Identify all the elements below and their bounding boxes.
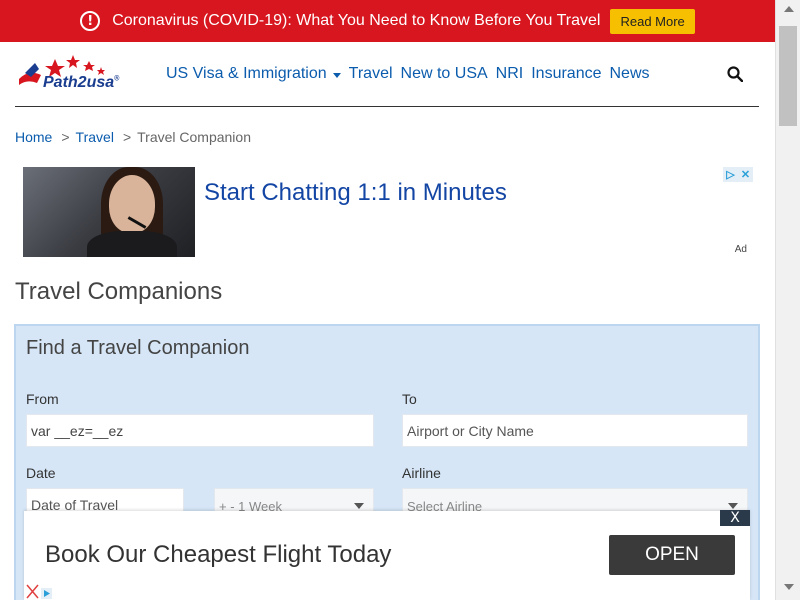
caret-down-icon: [332, 72, 341, 78]
scroll-up-icon[interactable]: [784, 6, 794, 12]
breadcrumb-home[interactable]: Home: [15, 129, 52, 145]
date-label: Date: [26, 465, 56, 481]
breadcrumb-separator: >: [61, 129, 70, 145]
bottom-ad-headline[interactable]: Book Our Cheapest Flight Today: [45, 541, 391, 569]
nav-insurance[interactable]: Insurance: [531, 65, 601, 83]
nav-nri[interactable]: NRI: [496, 65, 524, 83]
nav-travel[interactable]: Travel: [349, 65, 393, 83]
page-title: Travel Companions: [15, 278, 223, 305]
main-nav: US Visa & Immigration Travel New to USA …: [166, 65, 658, 83]
page-scrollbar[interactable]: [775, 0, 800, 600]
close-icon[interactable]: ✕: [738, 167, 753, 182]
covid-banner: ! Coronavirus (COVID-19): What You Need …: [0, 0, 775, 42]
ad-choices[interactable]: ▷ ✕: [723, 167, 753, 182]
breadcrumb: Home > Travel > Travel Companion: [15, 129, 251, 145]
from-label: From: [26, 391, 59, 407]
to-input[interactable]: [402, 414, 748, 447]
open-button[interactable]: OPEN: [609, 535, 735, 575]
chevron-down-icon: [354, 503, 364, 509]
top-ad[interactable]: Start Chatting 1:1 in Minutes ▷ ✕ Ad: [23, 167, 753, 257]
site-logo[interactable]: Path2usa®: [15, 49, 143, 99]
breadcrumb-separator: >: [122, 129, 132, 145]
nav-new-to-usa[interactable]: New to USA: [401, 65, 488, 83]
scroll-thumb[interactable]: [779, 26, 797, 126]
from-input[interactable]: [26, 414, 374, 447]
to-label: To: [402, 391, 417, 407]
search-icon[interactable]: [727, 66, 743, 82]
ad-image[interactable]: [23, 167, 195, 257]
scroll-down-icon[interactable]: [784, 584, 794, 590]
nav-news[interactable]: News: [609, 65, 649, 83]
banner-text[interactable]: Coronavirus (COVID-19): What You Need to…: [112, 12, 600, 30]
ad-headline[interactable]: Start Chatting 1:1 in Minutes: [204, 179, 507, 207]
breadcrumb-travel[interactable]: Travel: [76, 129, 114, 145]
site-header: Path2usa® US Visa & Immigration Travel N…: [15, 42, 759, 107]
info-icon: !: [80, 11, 101, 31]
adchoices-icon[interactable]: [24, 582, 54, 600]
ad-label: Ad: [734, 244, 747, 255]
panel-title: Find a Travel Companion: [26, 337, 250, 359]
breadcrumb-current: Travel Companion: [137, 129, 251, 145]
bottom-ad[interactable]: X Book Our Cheapest Flight Today OPEN: [24, 510, 750, 600]
read-more-button[interactable]: Read More: [610, 8, 695, 34]
chevron-down-icon: [728, 503, 738, 509]
adchoices-icon[interactable]: ▷: [723, 167, 738, 182]
close-icon[interactable]: X: [720, 510, 750, 526]
airline-label: Airline: [402, 465, 441, 481]
nav-us-visa[interactable]: US Visa & Immigration: [166, 65, 341, 83]
logo-text: Path2usa®: [43, 74, 120, 91]
